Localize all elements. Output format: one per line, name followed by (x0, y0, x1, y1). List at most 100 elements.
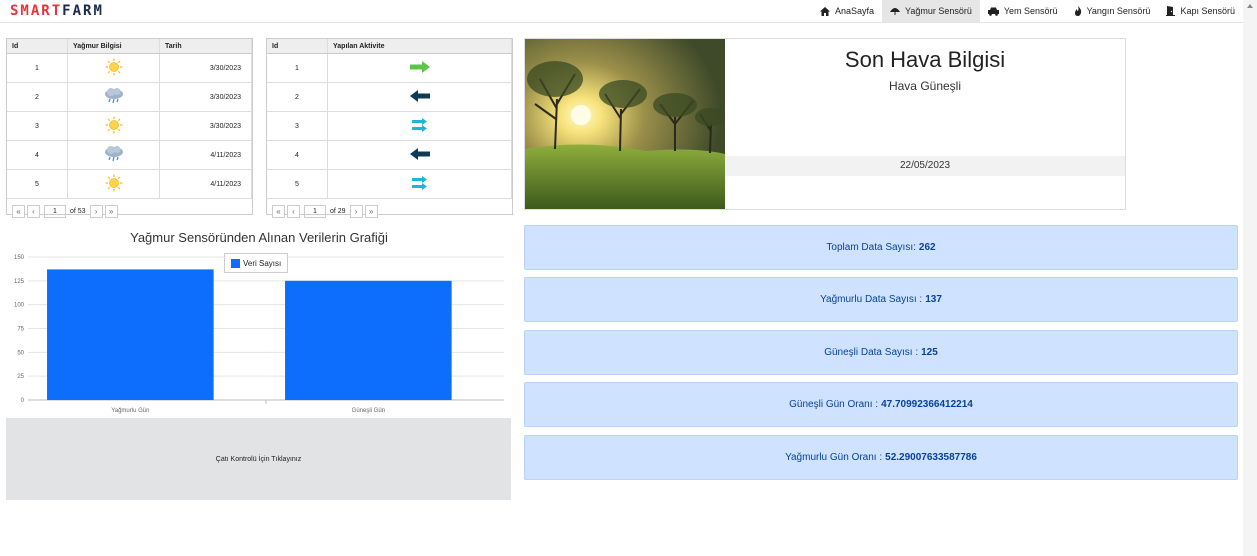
table-row[interactable]: 5 (267, 169, 512, 199)
stat-rainy-ratio: Yağmurlu Gün Oranı :52.29007633587786 (524, 435, 1238, 480)
weather-title: Son Hava Bilgisi (844, 47, 1006, 72)
sun-icon (105, 116, 122, 134)
cell-activity (327, 82, 512, 112)
stat-label: Yağmurlu Gün Oranı : (785, 452, 883, 463)
y-tick-label: 50 (17, 350, 24, 356)
stat-value: 52.29007633587786 (885, 452, 977, 463)
nav-item-rain-sensor[interactable]: Yağmur Sensörü (881, 0, 980, 22)
table-row[interactable]: 3 (267, 111, 512, 141)
next-page-button[interactable]: › (89, 205, 103, 218)
swap-arrows-icon (411, 118, 427, 132)
table-row[interactable]: 4 4/11/2023 (7, 140, 252, 170)
cell-id: 1 (7, 53, 68, 83)
col-header-rain-info[interactable]: Yağmur Bilgisi (67, 39, 160, 54)
car-icon (987, 7, 999, 16)
weather-status: Hava Güneşli (888, 79, 962, 93)
table-row[interactable]: 5 4/11/2023 (7, 169, 252, 199)
cell-weather (67, 140, 160, 170)
cell-weather (67, 111, 160, 141)
prev-page-button[interactable]: ‹ (27, 205, 40, 218)
cell-id: 1 (267, 53, 328, 83)
nav-item-feed-sensor[interactable]: Yem Sensörü (980, 0, 1066, 22)
arrow-left-dark-icon (409, 90, 430, 102)
brand-part2: FARM (62, 3, 104, 19)
rain-table-pager: « ‹ 1 of 53 › » (7, 199, 252, 224)
legend-label: Veri Sayısı (243, 258, 282, 268)
y-tick-label: 75 (17, 327, 24, 333)
arrow-right-green-icon (409, 61, 430, 73)
arrow-left-dark-icon (409, 148, 430, 160)
cell-activity (327, 140, 512, 170)
stat-value: 47.70992366412214 (881, 399, 973, 410)
brand-logo[interactable]: SMARTFARM (10, 3, 104, 19)
page-total: of 53 (70, 208, 86, 215)
stat-rainy-data: Yağmurlu Data Sayısı :137 (524, 277, 1238, 322)
door-icon (1166, 6, 1176, 16)
table-row[interactable]: 4 (267, 140, 512, 170)
page-input[interactable]: 1 (304, 205, 326, 218)
swap-arrows-icon (411, 176, 427, 190)
cell-weather (67, 169, 160, 199)
next-page-button[interactable]: › (349, 205, 363, 218)
col-header-id[interactable]: Id (7, 39, 68, 54)
sunny-landscape-image (525, 39, 725, 209)
cell-id: 2 (7, 82, 68, 112)
last-page-button[interactable]: » (104, 205, 118, 218)
chart-title: Yağmur Sensöründen Alınan Verilerin Graf… (130, 230, 388, 245)
col-header-id[interactable]: Id (267, 39, 328, 54)
scroll-up-icon[interactable] (1247, 4, 1253, 8)
stat-label: Güneşli Data Sayısı : (824, 347, 919, 358)
cell-date: 3/30/2023 (159, 53, 252, 83)
cell-id: 5 (267, 169, 328, 199)
cell-date: 4/11/2023 (159, 169, 252, 199)
cell-id: 3 (7, 111, 68, 141)
y-tick-label: 125 (14, 279, 25, 285)
col-header-date[interactable]: Tarih (159, 39, 252, 54)
sun-icon (105, 174, 122, 192)
home-icon (819, 6, 830, 16)
prev-page-button[interactable]: ‹ (287, 205, 300, 218)
table-row[interactable]: 2 (267, 82, 512, 112)
brand-part1: SMART (10, 3, 63, 19)
stat-sunny-data: Güneşli Data Sayısı :125 (524, 330, 1238, 375)
nav-item-door-sensor[interactable]: Kapı Sensörü (1158, 0, 1243, 22)
fire-icon (1074, 6, 1081, 16)
activity-table-pager: « ‹ 1 of 29 › » (267, 199, 512, 224)
chart-legend[interactable]: Veri Sayısı (224, 253, 289, 273)
roof-control-button[interactable]: Çatı Kontrolü İçin Tıklayınız (6, 418, 511, 500)
x-tick-label: Güneşli Gün (352, 408, 385, 414)
y-tick-label: 25 (17, 374, 24, 380)
sun-icon (105, 58, 122, 76)
y-tick-label: 150 (14, 255, 25, 261)
cell-date: 3/30/2023 (159, 111, 252, 141)
table-row[interactable]: 3 3/30/2023 (7, 111, 252, 141)
activity-grid: Id Yapılan Aktivite 1 2 3 4 5 « ‹ 1 of 2… (266, 38, 513, 218)
last-page-button[interactable]: » (364, 205, 378, 218)
nav-item-home[interactable]: AnaSayfa (812, 0, 882, 22)
navbar: SMARTFARM AnaSayfa Yağmur Sensörü Yem Se… (0, 0, 1243, 23)
table-row[interactable]: 1 (267, 53, 512, 83)
cell-activity (327, 111, 512, 141)
nav-item-fire-sensor[interactable]: Yangın Sensörü (1066, 0, 1159, 22)
cell-weather (67, 82, 160, 112)
y-tick-label: 0 (21, 398, 25, 404)
x-tick-label: Yağmurlu Gün (111, 408, 149, 414)
page-scrollbar[interactable] (1243, 0, 1257, 556)
cell-id: 4 (267, 140, 328, 170)
page-input[interactable]: 1 (44, 205, 66, 218)
cell-id: 3 (267, 111, 328, 141)
col-header-activity[interactable]: Yapılan Aktivite (327, 39, 512, 54)
stat-value: 125 (921, 347, 938, 358)
table-row[interactable]: 2 3/30/2023 (7, 82, 252, 112)
cell-id: 4 (7, 140, 68, 170)
table-row[interactable]: 1 3/30/2023 (7, 53, 252, 83)
first-page-button[interactable]: « (272, 205, 285, 218)
cell-date: 3/30/2023 (159, 82, 252, 112)
cell-activity (327, 53, 512, 83)
rain-bar-chart: 0 25 50 75 100 125 150 Yağmurlu Gün Güneşli Gün (14, 255, 504, 414)
nav-label: Kapı Sensörü (1180, 6, 1235, 16)
weather-card: Son Hava Bilgisi Hava Güneşli 22/05/2023 (524, 38, 1126, 210)
first-page-button[interactable]: « (12, 205, 25, 218)
stat-label: Yağmurlu Data Sayısı : (820, 294, 923, 305)
stat-label: Güneşli Gün Oranı : (789, 399, 879, 410)
